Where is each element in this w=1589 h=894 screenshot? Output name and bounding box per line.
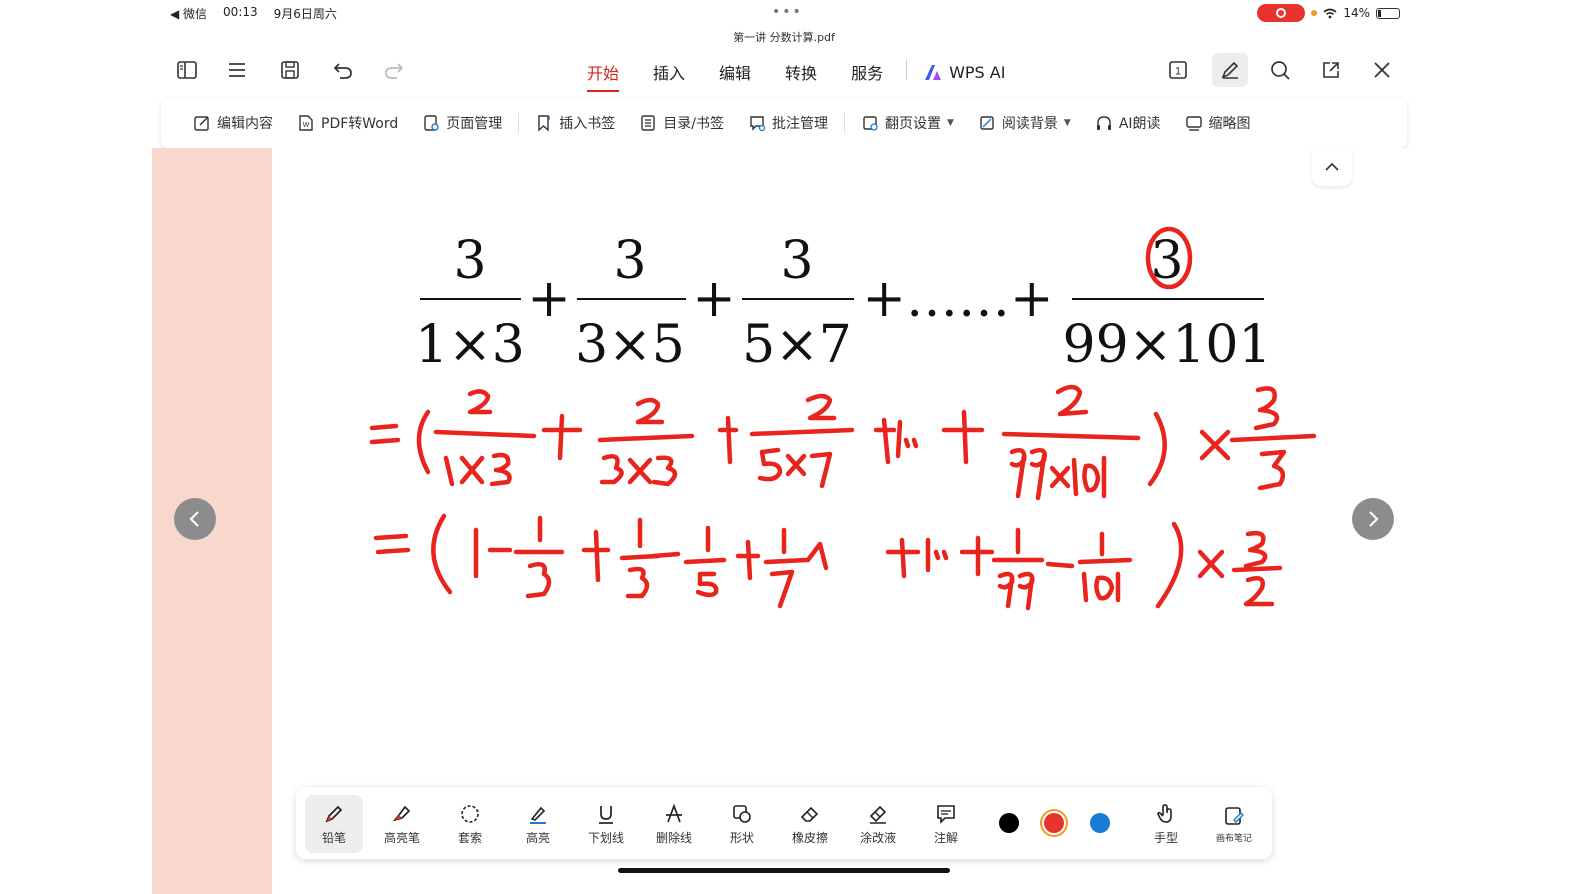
shape-label: 形状 [729, 830, 754, 845]
hand-tool[interactable]: 手型 [1137, 795, 1195, 853]
underline-label: 下划线 [587, 830, 624, 845]
highlighter-icon [392, 805, 411, 822]
comment-icon [937, 804, 955, 824]
pencil-tool[interactable]: 铅笔 [305, 795, 363, 853]
pencil-icon [325, 805, 343, 823]
chevron-right-icon [1369, 511, 1379, 527]
canvas-note-tool[interactable]: 画布笔记 [1205, 795, 1263, 853]
denominator-1: 1×3 [415, 315, 525, 375]
highlight-tool[interactable]: 高亮 [509, 795, 567, 853]
underline-tool[interactable]: 下划线 [577, 795, 635, 853]
chevron-left-icon [189, 511, 199, 527]
math-formula: 3 1×3 + 3 3×5 + 3 5×7 +……+ 3 99×101 [369, 226, 1317, 611]
pencil-label: 铅笔 [321, 830, 346, 845]
typed-formula: 3 1×3 + 3 3×5 + 3 5×7 +……+ 3 99×101 [415, 231, 1271, 375]
canvas-note-label: 画布笔记 [1215, 833, 1252, 844]
color-swatch-black[interactable] [999, 813, 1019, 833]
correction-icon [869, 805, 887, 824]
eraser-tool[interactable]: 橡皮擦 [781, 795, 839, 853]
underline-icon [599, 805, 613, 824]
denominator-2: 3×5 [575, 315, 685, 375]
lasso-icon [461, 804, 479, 823]
correction-tool[interactable]: 涂改液 [849, 795, 907, 853]
operator-plus-2: + [692, 269, 736, 329]
color-swatch-blue[interactable] [1090, 813, 1110, 833]
highlight-icon [530, 806, 546, 824]
next-page-button[interactable] [1352, 498, 1394, 540]
hand-label: 手型 [1153, 830, 1178, 845]
home-indicator[interactable] [618, 868, 950, 873]
shape-icon [733, 804, 751, 823]
app-window: ◀ 微信 00:13 9月6日周六 ••• 14% 第一讲 分数计算.pdf 开… [152, 0, 1416, 894]
highlighter-label: 高亮笔 [383, 830, 420, 845]
denominator-4: 99×101 [1063, 315, 1272, 375]
numerator-2: 3 [613, 231, 646, 291]
highlighter-tool[interactable]: 高亮笔 [373, 795, 431, 853]
denominator-3: 5×7 [742, 315, 852, 375]
shape-tool[interactable]: 形状 [713, 795, 771, 853]
operator-plus-ellipsis: +……+ [862, 269, 1053, 329]
correction-label: 涂改液 [859, 830, 896, 845]
strikethrough-label: 删除线 [655, 830, 692, 845]
comment-label: 注解 [933, 830, 958, 845]
operator-plus-1: + [527, 269, 571, 329]
lasso-tool[interactable]: 套索 [441, 795, 499, 853]
prev-page-button[interactable] [174, 498, 216, 540]
eraser-label: 橡皮擦 [791, 830, 828, 845]
canvas-note-icon [1225, 806, 1244, 825]
handwritten-annotation [369, 226, 1317, 611]
strikethrough-icon [666, 803, 682, 822]
numerator-1: 3 [453, 231, 486, 291]
highlight-label: 高亮 [525, 830, 550, 845]
lasso-label: 套索 [457, 830, 482, 845]
eraser-icon [800, 806, 819, 822]
strikethrough-tool[interactable]: 删除线 [645, 795, 703, 853]
numerator-3: 3 [780, 231, 813, 291]
hand-icon [1157, 803, 1172, 823]
comment-tool[interactable]: 注解 [917, 795, 975, 853]
color-swatch-red[interactable] [1044, 813, 1064, 833]
pen-toolbar: 铅笔 高亮笔 套索 高亮 下划线 删除线 形状 橡皮擦 涂改液 注解 手型 画布… [296, 787, 1272, 859]
